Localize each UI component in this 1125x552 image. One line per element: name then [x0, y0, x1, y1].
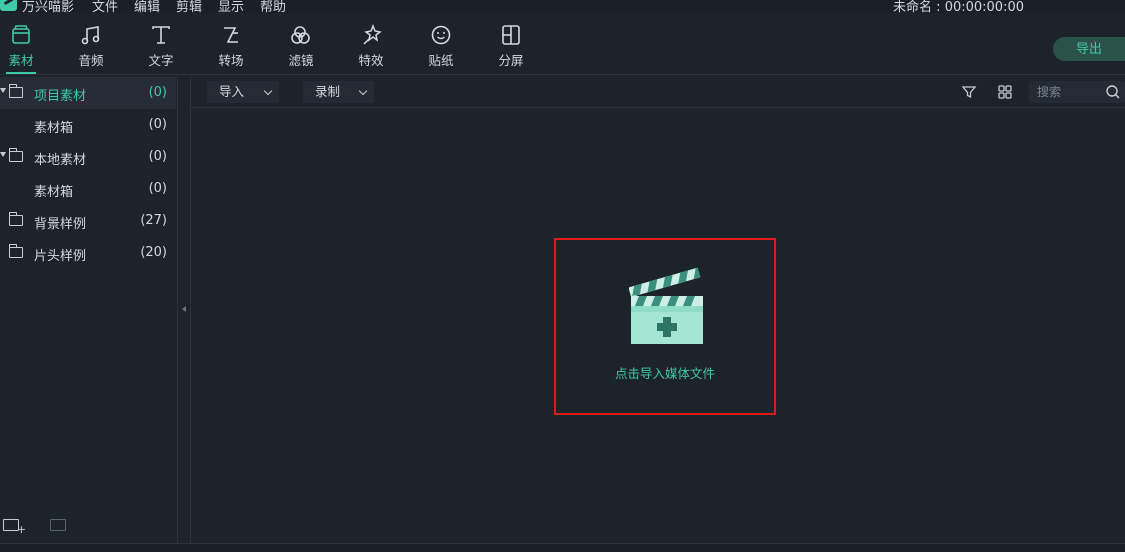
tab-split-screen-label: 分屏: [498, 53, 524, 68]
import-media-area[interactable]: 点击导入媒体文件: [554, 238, 776, 415]
bottom-strip: [0, 543, 1125, 552]
library-item-label: 项目素材: [34, 89, 87, 104]
tab-effects[interactable]: 特效: [351, 23, 391, 71]
import-dropdown-label: 导入: [219, 84, 245, 99]
transition-icon: [224, 27, 238, 43]
collapse-arrow-icon[interactable]: [182, 306, 186, 312]
new-folder-icon[interactable]: [3, 519, 26, 536]
folder-icon: [8, 84, 23, 98]
chevron-down-icon: [263, 86, 273, 96]
library-item-count: (0): [148, 149, 167, 164]
tab-split-screen[interactable]: 分屏: [491, 23, 531, 71]
menu-edit[interactable]: 编辑: [134, 0, 160, 13]
remove-folder-icon: [50, 519, 66, 531]
library-item-label: 本地素材: [34, 153, 87, 168]
search-box: [1029, 81, 1125, 103]
folder-icon: [8, 148, 23, 162]
tab-text-label: 文字: [148, 53, 174, 68]
clapperboard-add-icon: [629, 267, 703, 344]
library-panel: 项目素材 (0) 素材箱 (0) 本地素材 (0) 素材箱 (0) 背景样例 (…: [0, 76, 178, 544]
menu-file[interactable]: 文件: [92, 0, 118, 13]
expand-arrow-icon[interactable]: [0, 88, 6, 93]
tab-text[interactable]: 文字: [141, 23, 181, 71]
library-item-count: (0): [148, 181, 167, 196]
library-item-label: 素材箱: [34, 185, 74, 200]
tab-audio-label: 音频: [78, 53, 104, 68]
library-item-local-media[interactable]: 本地素材 (0): [0, 141, 176, 173]
export-button[interactable]: 导出: [1053, 37, 1125, 61]
tab-sticker[interactable]: 贴纸: [421, 23, 461, 71]
import-media-hint[interactable]: 点击导入媒体文件: [556, 363, 774, 382]
library-item-project-media[interactable]: 项目素材 (0): [0, 77, 176, 109]
media-icon: [12, 25, 30, 44]
project-title: 未命名 : 00:00:00:00: [893, 0, 1024, 13]
tab-transition[interactable]: 转场: [211, 23, 251, 71]
library-item-label: 素材箱: [34, 121, 74, 136]
effects-icon: [363, 23, 382, 45]
library-item-local-bin[interactable]: 素材箱 (0): [0, 173, 176, 205]
folder-icon: [8, 244, 23, 258]
tab-transition-label: 转场: [218, 53, 244, 68]
tab-filter[interactable]: 滤镜: [281, 23, 321, 71]
app-logo-icon: [0, 0, 17, 11]
app-name: 万兴喵影: [22, 0, 75, 13]
library-item-background-samples[interactable]: 背景样例 (27): [0, 205, 176, 237]
menu-clip[interactable]: 剪辑: [176, 0, 202, 13]
panel-splitter[interactable]: [178, 76, 191, 544]
main-toolbar: 素材 音频 文字 转场 滤镜 特效 贴纸 分屏 导出: [0, 13, 1125, 75]
search-input[interactable]: [1029, 81, 1099, 103]
tab-media[interactable]: 素材: [1, 23, 41, 74]
filter-funnel-icon[interactable]: [961, 84, 977, 100]
tab-effects-label: 特效: [358, 53, 384, 68]
library-item-label: 背景样例: [34, 217, 87, 232]
filter-icon: [291, 26, 310, 44]
record-dropdown[interactable]: 录制: [303, 81, 374, 103]
content-toolbar: 导入 录制: [191, 76, 1125, 108]
chevron-down-icon: [358, 86, 368, 96]
menu-bar: 万兴喵影 文件 编辑 剪辑 显示 帮助 未命名 : 00:00:00:00: [0, 0, 1125, 13]
import-dropdown[interactable]: 导入: [207, 81, 279, 103]
menu-view[interactable]: 显示: [218, 0, 244, 13]
library-item-count: (0): [148, 85, 167, 100]
library-item-project-bin[interactable]: 素材箱 (0): [0, 109, 176, 141]
expand-arrow-icon[interactable]: [0, 152, 6, 157]
record-dropdown-label: 录制: [315, 84, 341, 99]
tab-sticker-label: 贴纸: [428, 53, 454, 68]
sticker-icon: [431, 25, 451, 45]
music-note-icon: [81, 26, 100, 45]
library-item-count: (27): [140, 213, 167, 228]
grid-view-icon[interactable]: [997, 84, 1013, 100]
folder-icon: [8, 212, 23, 226]
library-item-count: (20): [140, 245, 167, 260]
menu-help[interactable]: 帮助: [260, 0, 286, 13]
library-item-count: (0): [148, 117, 167, 132]
search-icon[interactable]: [1105, 84, 1121, 100]
text-icon: [152, 26, 170, 44]
tab-filter-label: 滤镜: [288, 53, 314, 68]
tab-media-label: 素材: [8, 53, 34, 68]
tab-audio[interactable]: 音频: [71, 23, 111, 71]
library-item-intro-samples[interactable]: 片头样例 (20): [0, 237, 176, 269]
split-screen-icon: [502, 25, 520, 45]
library-item-label: 片头样例: [34, 249, 87, 264]
